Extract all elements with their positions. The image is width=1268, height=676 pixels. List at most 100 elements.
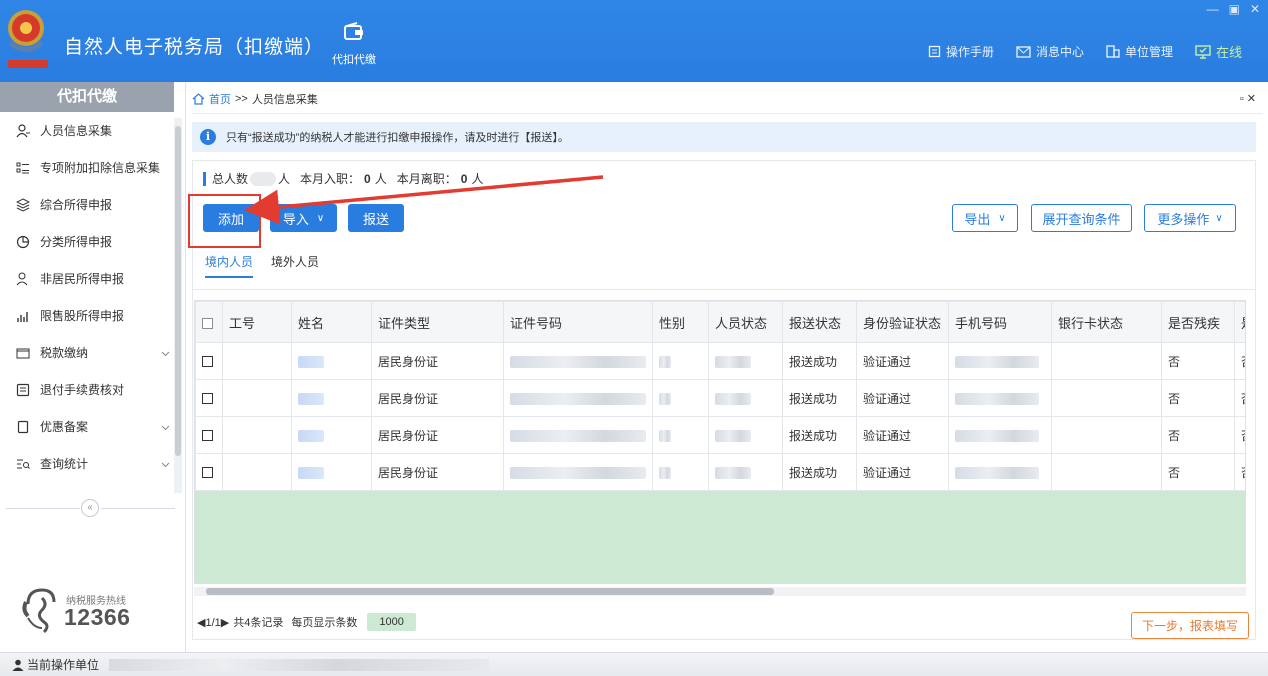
app-title: 自然人电子税务局（扣缴端） xyxy=(64,37,325,58)
close-window-button[interactable]: ✕ xyxy=(1250,2,1260,16)
left-unit: 人 xyxy=(471,172,484,186)
minimize-button[interactable]: — xyxy=(1207,2,1219,16)
breadcrumb-home-link[interactable]: 首页 xyxy=(209,91,231,107)
chevron-down-icon: ∨ xyxy=(998,212,1006,224)
chevron-down-icon xyxy=(161,457,170,471)
chevron-down-icon: ∨ xyxy=(316,212,325,224)
page-size-input[interactable]: 1000 xyxy=(367,613,416,631)
table-row[interactable]: 居民身份证 报送成功 验证通过 否 否 xyxy=(195,379,1245,417)
sidebar-item-label: 专项附加扣除信息采集 xyxy=(40,161,161,175)
column-header[interactable]: 是否残疾 xyxy=(1161,301,1235,343)
redacted-status xyxy=(715,466,751,479)
tab-overseas-personnel[interactable]: 境外人员 xyxy=(271,253,319,278)
row-select-cell[interactable] xyxy=(195,379,223,417)
column-header[interactable]: 手机号码 xyxy=(948,301,1052,343)
import-label: 导入 xyxy=(282,211,309,227)
column-header[interactable]: 证件号码 xyxy=(503,301,653,343)
collapse-sidebar-button[interactable]: « xyxy=(81,499,99,517)
expand-query-button[interactable]: 展开查询条件 xyxy=(1031,204,1132,232)
table-row[interactable]: 居民身份证 报送成功 验证通过 否 否 xyxy=(195,342,1245,380)
sidebar-item-tax-payment[interactable]: 税款缴纳 xyxy=(0,334,174,371)
hired-value: 0 xyxy=(364,171,371,186)
manual-link[interactable]: 操作手册 xyxy=(928,43,994,60)
table-cell: 报送成功 xyxy=(782,416,857,454)
hired-unit: 人 xyxy=(374,172,387,186)
column-header[interactable]: 是 xyxy=(1234,301,1245,343)
sidebar-item-label: 分类所得申报 xyxy=(40,235,113,249)
row-checkbox[interactable] xyxy=(202,356,213,368)
manual-icon xyxy=(928,45,941,58)
row-checkbox[interactable] xyxy=(202,430,213,442)
redacted-id-number xyxy=(510,355,646,368)
redacted-status xyxy=(715,429,751,442)
sidebar-item-nonresident-income[interactable]: 非居民所得申报 xyxy=(0,260,174,297)
redacted-phone xyxy=(955,429,1039,442)
sidebar-item-comprehensive-income[interactable]: 综合所得申报 xyxy=(0,186,174,223)
table-cell: 否 xyxy=(1234,379,1245,417)
sidebar-item-fee-refund[interactable]: 退付手续费核对 xyxy=(0,371,174,408)
page-size-label: 每页显示条数 xyxy=(291,617,358,629)
export-button[interactable]: 导出 ∨ xyxy=(952,204,1018,232)
sidebar-item-label: 退付手续费核对 xyxy=(40,383,125,397)
table-scroll-thumb[interactable] xyxy=(206,588,774,595)
current-unit-label: 当前操作单位 xyxy=(27,658,100,672)
redacted-name xyxy=(298,392,324,405)
close-page-tab-button[interactable]: ▫ ✕ xyxy=(1240,92,1256,105)
row-checkbox[interactable] xyxy=(202,467,213,479)
unit-management-link[interactable]: 单位管理 xyxy=(1106,43,1173,60)
table-row[interactable]: 居民身份证 报送成功 验证通过 否 否 xyxy=(195,453,1245,491)
table-cell xyxy=(222,453,292,491)
chevron-down-icon xyxy=(161,420,170,434)
folder-icon xyxy=(14,345,32,361)
table-header-row: 工号 姓名 证件类型 证件号码 性别 人员状态 报送状态 身份验证状态 手机号码… xyxy=(195,301,1245,343)
column-header[interactable]: 性别 xyxy=(652,301,709,343)
table-cell: 居民身份证 xyxy=(371,416,504,454)
page-indicator[interactable]: ◀1/1▶ xyxy=(197,616,229,629)
column-header[interactable]: 身份验证状态 xyxy=(856,301,949,343)
message-link[interactable]: 消息中心 xyxy=(1016,43,1084,60)
left-label: 本月离职： xyxy=(396,172,457,186)
pagination: ◀1/1▶ 共4条记录 每页显示条数 1000 xyxy=(197,613,416,631)
column-header[interactable]: 证件类型 xyxy=(371,301,504,343)
select-all-checkbox[interactable] xyxy=(202,317,213,329)
maximize-button[interactable]: ▣ xyxy=(1229,2,1240,16)
sidebar-scrollbar[interactable] xyxy=(174,118,182,493)
sidebar-item-label: 人员信息采集 xyxy=(40,124,113,138)
info-notice: i 只有“报送成功”的纳税人才能进行扣缴申报操作，请及时进行【报送】。 xyxy=(192,122,1256,152)
add-button[interactable]: 添加 xyxy=(203,204,259,232)
person-icon xyxy=(14,123,32,139)
more-actions-button[interactable]: 更多操作 ∨ xyxy=(1144,204,1236,232)
column-header[interactable]: 工号 xyxy=(222,301,292,343)
table-row[interactable]: 居民身份证 报送成功 验证通过 否 否 xyxy=(195,416,1245,454)
tab-domestic-personnel[interactable]: 境内人员 xyxy=(205,253,254,278)
row-select-cell[interactable] xyxy=(195,453,223,491)
column-header[interactable]: 人员状态 xyxy=(708,301,783,343)
table-horizontal-scrollbar[interactable] xyxy=(194,587,1246,596)
sidebar-item-restricted-shares[interactable]: 限售股所得申报 xyxy=(0,297,174,334)
sidebar-item-special-deduction[interactable]: 专项附加扣除信息采集 xyxy=(0,149,174,186)
manual-link-label: 操作手册 xyxy=(945,45,994,59)
tab-withholding[interactable]: 代扣代缴 xyxy=(316,22,392,67)
column-header[interactable]: 报送状态 xyxy=(782,301,857,343)
next-step-button[interactable]: 下一步，报表填写 xyxy=(1131,612,1249,639)
online-status[interactable]: 在线 xyxy=(1195,42,1242,61)
sidebar-item-classified-income[interactable]: 分类所得申报 xyxy=(0,223,174,260)
sidebar-item-label: 税款缴纳 xyxy=(40,346,89,360)
pie-icon xyxy=(14,234,32,250)
column-header[interactable]: 姓名 xyxy=(291,301,372,343)
submit-button[interactable]: 报送 xyxy=(348,204,404,232)
layers-icon xyxy=(14,197,32,213)
sidebar-item-preferential-filing[interactable]: 优惠备案 xyxy=(0,408,174,445)
column-header[interactable]: 银行卡状态 xyxy=(1051,301,1162,343)
row-select-cell[interactable] xyxy=(195,342,223,380)
divider xyxy=(6,508,80,509)
sidebar-item-personnel-info[interactable]: 人员信息采集 xyxy=(0,112,174,149)
table-cell xyxy=(708,416,783,454)
import-button[interactable]: 导入 ∨ xyxy=(270,204,337,232)
redacted-phone xyxy=(955,355,1039,368)
select-all-cell[interactable] xyxy=(195,301,223,343)
row-select-cell[interactable] xyxy=(195,416,223,454)
row-checkbox[interactable] xyxy=(202,393,213,405)
sidebar-scroll-thumb[interactable] xyxy=(175,126,181,456)
sidebar-item-query-stats[interactable]: 查询统计 xyxy=(0,445,174,482)
